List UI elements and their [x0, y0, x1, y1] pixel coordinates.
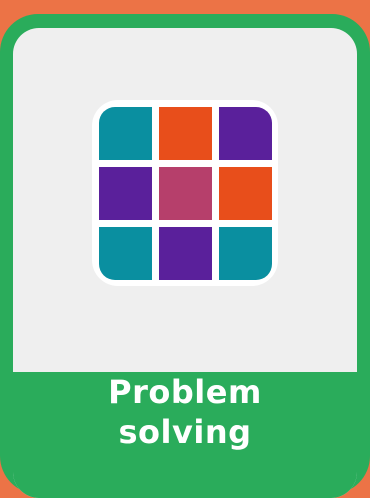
grid-tile [99, 227, 152, 280]
grid-tile [99, 167, 152, 220]
grid-tile [159, 107, 212, 160]
grid-tile [219, 227, 272, 280]
grid-tile [219, 167, 272, 220]
grid-tile [159, 167, 212, 220]
grid-tile [219, 107, 272, 160]
grid-tile [159, 227, 212, 280]
puzzle-grid-icon [92, 100, 278, 286]
card-title: Problem solving [0, 372, 370, 452]
card-title-line1: Problem [108, 373, 262, 411]
grid-tile [99, 107, 152, 160]
card-title-line2: solving [118, 413, 252, 451]
